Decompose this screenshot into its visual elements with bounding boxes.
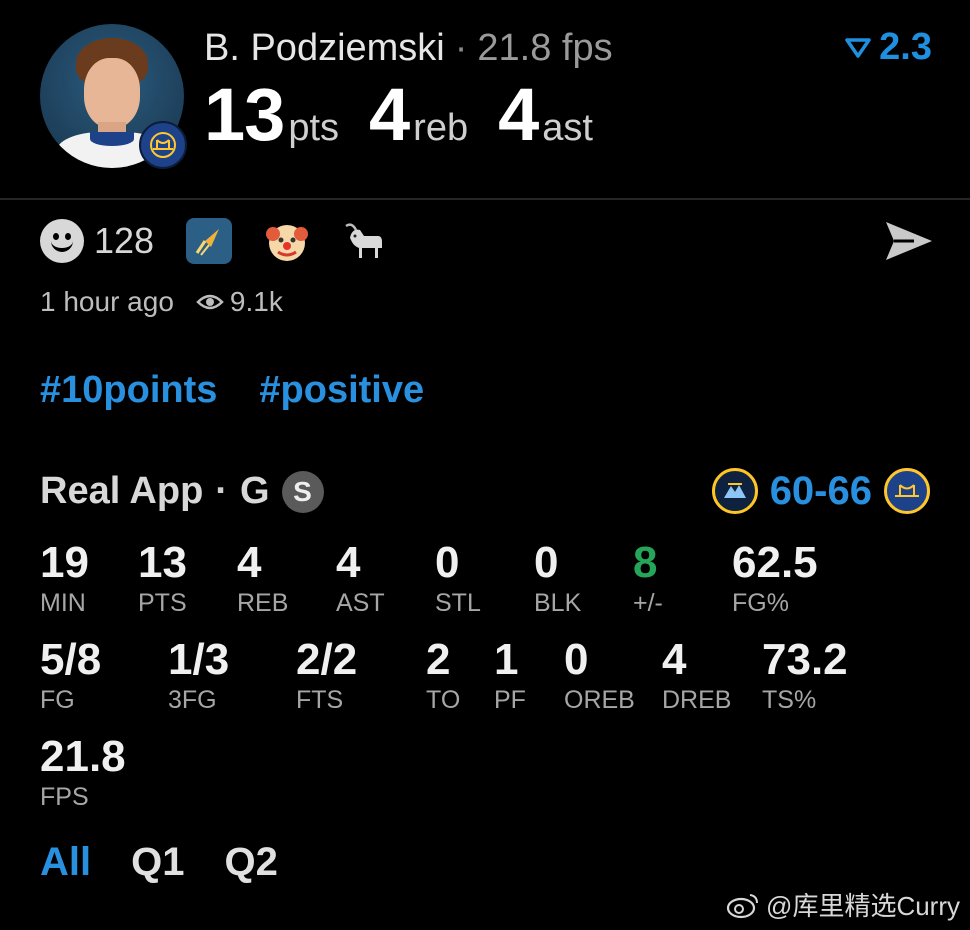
game-separator: · xyxy=(215,470,228,512)
stat-label: 3FG xyxy=(168,686,217,714)
eye-icon xyxy=(196,292,224,312)
stat-label: AST xyxy=(336,589,385,617)
stat-value: 0 xyxy=(435,538,460,587)
name-separator: · xyxy=(454,27,468,69)
tab-all[interactable]: All xyxy=(40,840,91,885)
game-score[interactable]: 60-66 xyxy=(711,468,930,514)
header-divider xyxy=(0,198,970,200)
stat-value: 13 xyxy=(138,538,187,587)
headline-stats: 13 pts 4 reb 4 ast xyxy=(204,72,593,157)
stat-cell: 19 MIN xyxy=(40,540,89,618)
stat-cell: 0 OREB xyxy=(564,637,635,715)
rocket-icon[interactable] xyxy=(186,218,233,264)
tab-q2[interactable]: Q2 xyxy=(224,840,277,885)
avatar-jersey-trim xyxy=(90,132,134,146)
stat-value: 1 xyxy=(494,635,519,684)
stat-label: PF xyxy=(494,686,526,714)
stat-value: 62.5 xyxy=(732,538,818,587)
stat-label: BLK xyxy=(534,589,582,617)
send-icon[interactable] xyxy=(884,220,934,262)
stat-cell: 4 REB xyxy=(237,540,288,618)
hashtag[interactable]: #positive xyxy=(259,369,424,412)
stat-cell: 8 +/- xyxy=(633,540,663,618)
warriors-logo-icon xyxy=(884,468,930,514)
tab-q1[interactable]: Q1 xyxy=(131,840,184,885)
stat-value: 19 xyxy=(40,538,89,587)
warriors-logo-icon xyxy=(139,121,187,169)
watermark-text: @库里精选Curry xyxy=(766,891,960,921)
goat-icon[interactable] xyxy=(342,218,388,264)
stat-cell: 2/2 FTS xyxy=(296,637,357,715)
stat-label: FG xyxy=(40,686,75,714)
stat-value: 0 xyxy=(564,635,589,684)
team-score: 60-66 xyxy=(769,468,872,513)
stat-cell: 2 TO xyxy=(426,637,460,715)
clown-icon[interactable] xyxy=(264,218,310,264)
stat-label: REB xyxy=(237,589,289,617)
game-info: Real App · G S xyxy=(40,470,324,513)
stat-value: 4 xyxy=(336,538,361,587)
player-position: G xyxy=(239,470,270,512)
stat-label: DREB xyxy=(662,686,732,714)
stat-label: FTS xyxy=(296,686,344,714)
rating-badge[interactable]: 2.3 xyxy=(845,26,932,69)
stat-cell: 73.2 TS% xyxy=(762,637,848,715)
nuggets-logo-icon xyxy=(711,468,758,514)
stat-cell: 0 STL xyxy=(435,540,481,618)
starter-badge: S xyxy=(281,470,324,513)
app-name: Real App xyxy=(40,470,204,512)
rebounds-unit: reb xyxy=(413,107,469,149)
view-count: 9.1k xyxy=(229,286,283,317)
rebounds-value: 4 xyxy=(369,73,410,156)
stat-cell: 1/3 3FG xyxy=(168,637,229,715)
stat-cell: 5/8 FG xyxy=(40,637,101,715)
period-tabs: All Q1 Q2 xyxy=(40,840,278,885)
stat-value: 2/2 xyxy=(296,635,358,684)
plus-minus-value: 8 xyxy=(633,538,658,587)
reaction-count: 128 xyxy=(94,220,155,261)
stat-label: STL xyxy=(435,589,481,617)
player-name-line: B. Podziemski · 21.8 fps xyxy=(204,27,613,70)
stat-value: 0 xyxy=(534,538,559,587)
player-name[interactable]: B. Podziemski xyxy=(204,27,445,69)
stat-label: FPS xyxy=(40,783,89,811)
stat-value: 1/3 xyxy=(168,635,230,684)
stat-label: OREB xyxy=(564,686,635,714)
stat-label: TS% xyxy=(762,686,817,714)
stat-value: 4 xyxy=(237,538,262,587)
post-meta: 1 hour ago 9.1k xyxy=(40,286,283,318)
down-chevron-icon xyxy=(845,37,871,58)
points-unit: pts xyxy=(288,107,340,149)
stat-cell: 1 PF xyxy=(494,637,526,715)
post-time: 1 hour ago xyxy=(40,286,174,317)
stat-value: 2 xyxy=(426,635,451,684)
stat-label: FG% xyxy=(732,589,789,617)
stat-value: 5/8 xyxy=(40,635,102,684)
rating-value: 2.3 xyxy=(879,26,932,68)
weibo-icon xyxy=(726,893,759,918)
stat-value: 21.8 xyxy=(40,732,126,781)
stat-label: PTS xyxy=(138,589,187,617)
stat-cell: 13 PTS xyxy=(138,540,187,618)
stat-cell: 4 AST xyxy=(336,540,385,618)
hashtag-list: #10points #positive xyxy=(40,369,424,412)
watermark: @库里精选Curry xyxy=(726,886,960,923)
stat-cell: 62.5 FG% xyxy=(732,540,818,618)
stat-value: 73.2 xyxy=(762,635,848,684)
assists-value: 4 xyxy=(498,73,539,156)
stat-cell: 0 BLK xyxy=(534,540,581,618)
smile-icon[interactable] xyxy=(40,219,84,263)
assists-unit: ast xyxy=(542,107,593,149)
fantasy-points: 21.8 fps xyxy=(477,27,613,69)
stat-cell: 21.8 FPS xyxy=(40,734,126,812)
stat-label: TO xyxy=(426,686,461,714)
stat-value: 4 xyxy=(662,635,687,684)
stat-cell: 4 DREB xyxy=(662,637,731,715)
hashtag[interactable]: #10points xyxy=(40,369,217,412)
points-value: 13 xyxy=(204,73,285,156)
reaction-row: 128 xyxy=(40,218,388,264)
stat-label: MIN xyxy=(40,589,86,617)
avatar-face xyxy=(84,58,140,128)
stat-label: +/- xyxy=(633,589,663,617)
